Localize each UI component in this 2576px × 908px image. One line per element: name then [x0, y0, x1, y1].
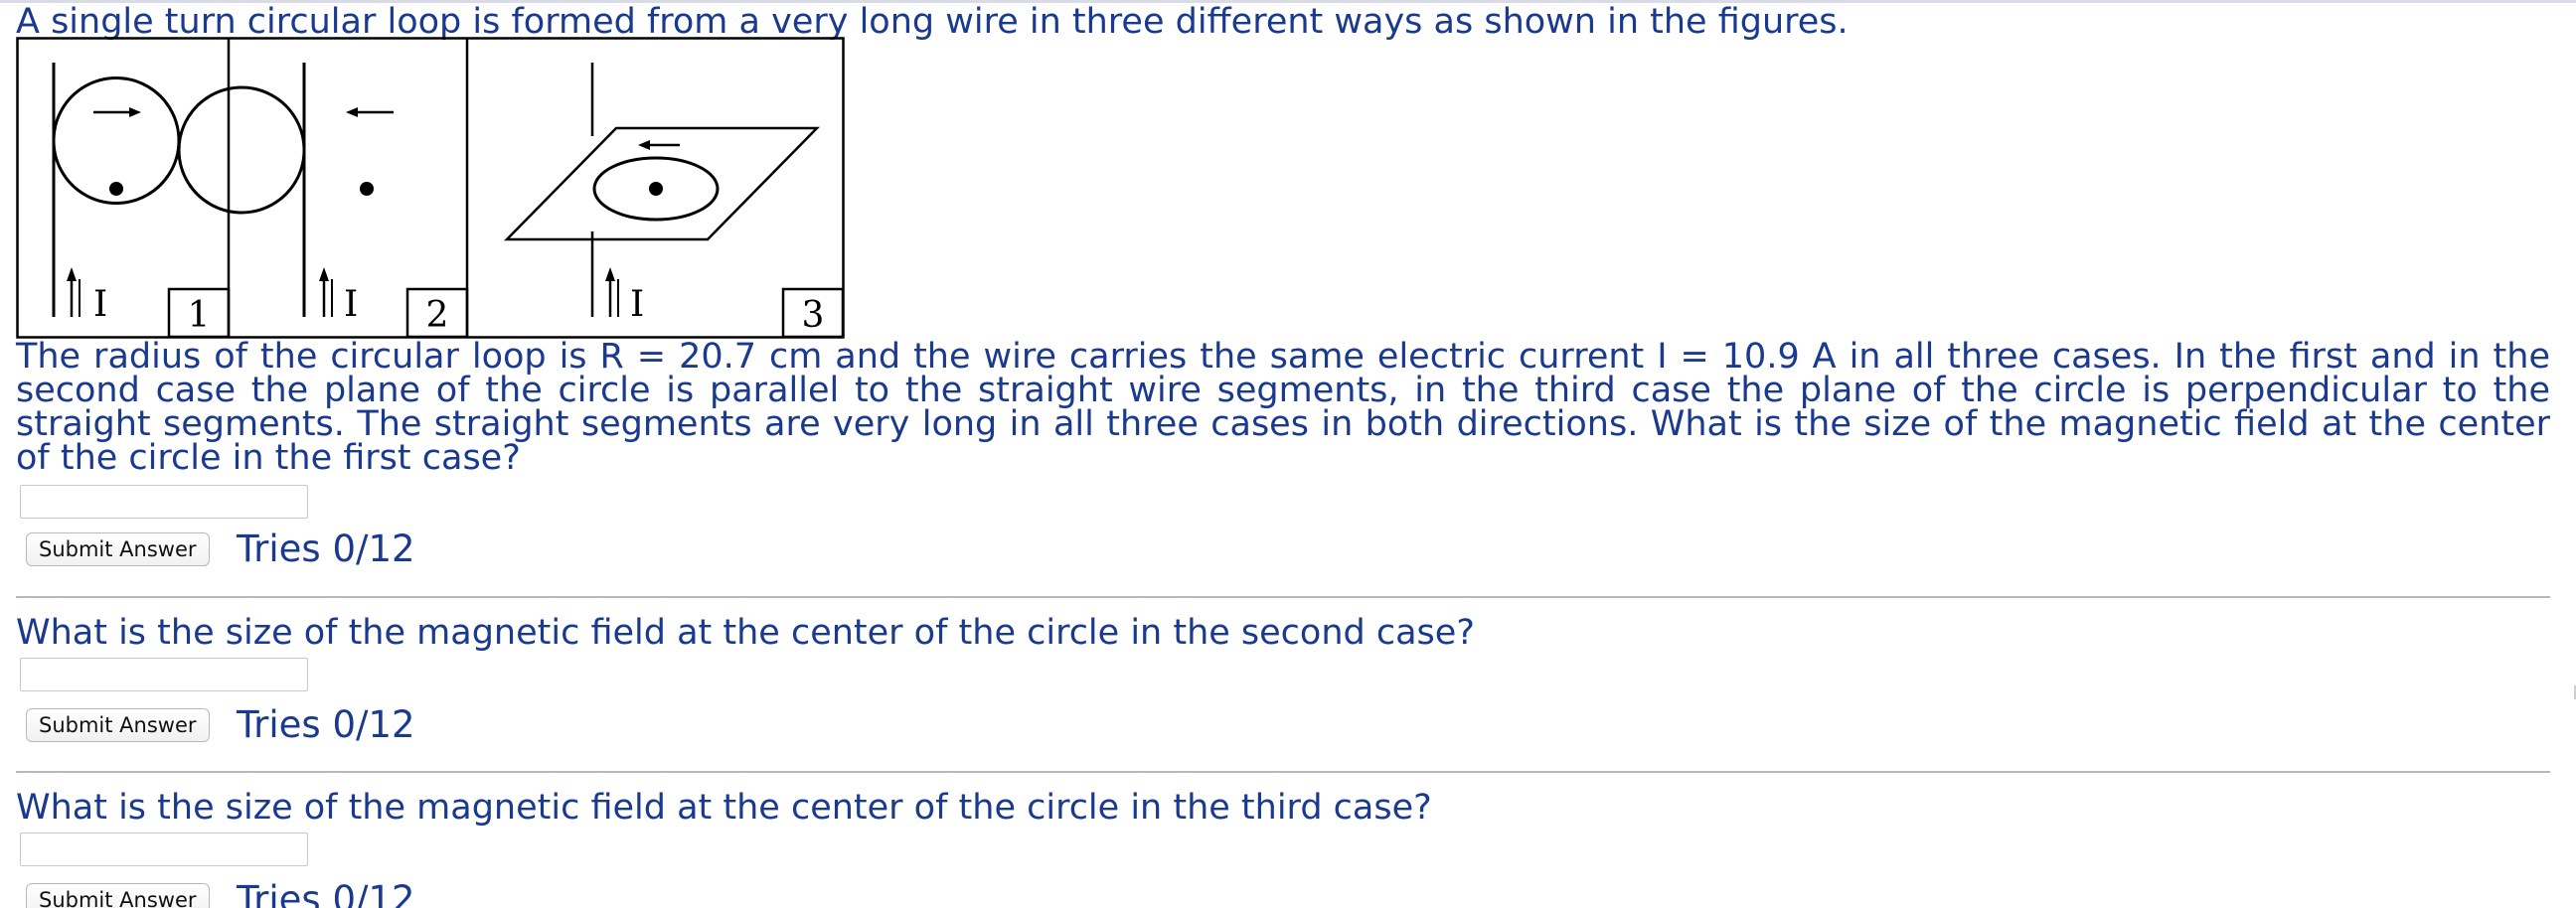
current-label: I	[344, 284, 358, 325]
problem-intro: A single turn circular loop is formed fr…	[16, 2, 1849, 42]
loop-figures: I 1 I 2 I 3	[16, 37, 845, 339]
tries-counter-part-1: Tries 0/12	[237, 528, 415, 570]
submit-answer-button-part-1[interactable]: Submit Answer	[26, 532, 210, 566]
current-direction-arrow	[346, 107, 358, 117]
panel-number-3: 3	[802, 295, 825, 336]
current-direction-arrow	[129, 107, 141, 117]
answer-input-part-2[interactable]	[20, 658, 308, 691]
tries-counter-part-2: Tries 0/12	[237, 703, 415, 746]
panel-number-1: 1	[188, 295, 211, 336]
loop-center-dot	[360, 182, 374, 196]
current-label: I	[93, 284, 107, 325]
loop-center-dot	[109, 182, 123, 196]
loop-center-dot	[649, 182, 663, 196]
tries-counter-part-3: Tries 0/12	[237, 878, 415, 908]
panel-number-2: 2	[426, 295, 449, 336]
question-part-3: What is the size of the magnetic field a…	[16, 788, 1432, 828]
submit-answer-button-part-2[interactable]: Submit Answer	[26, 708, 210, 742]
submit-answer-button-part-3[interactable]: Submit Answer	[26, 883, 210, 908]
section-divider	[16, 771, 2550, 773]
answer-input-part-1[interactable]	[20, 485, 308, 519]
current-label: I	[630, 284, 644, 325]
answer-input-part-3[interactable]	[20, 832, 308, 866]
problem-text: The radius of the circular loop is R = 2…	[16, 337, 2550, 478]
current-direction-arrow	[638, 140, 650, 150]
section-divider	[16, 596, 2550, 598]
question-part-2: What is the size of the magnetic field a…	[16, 613, 1475, 653]
